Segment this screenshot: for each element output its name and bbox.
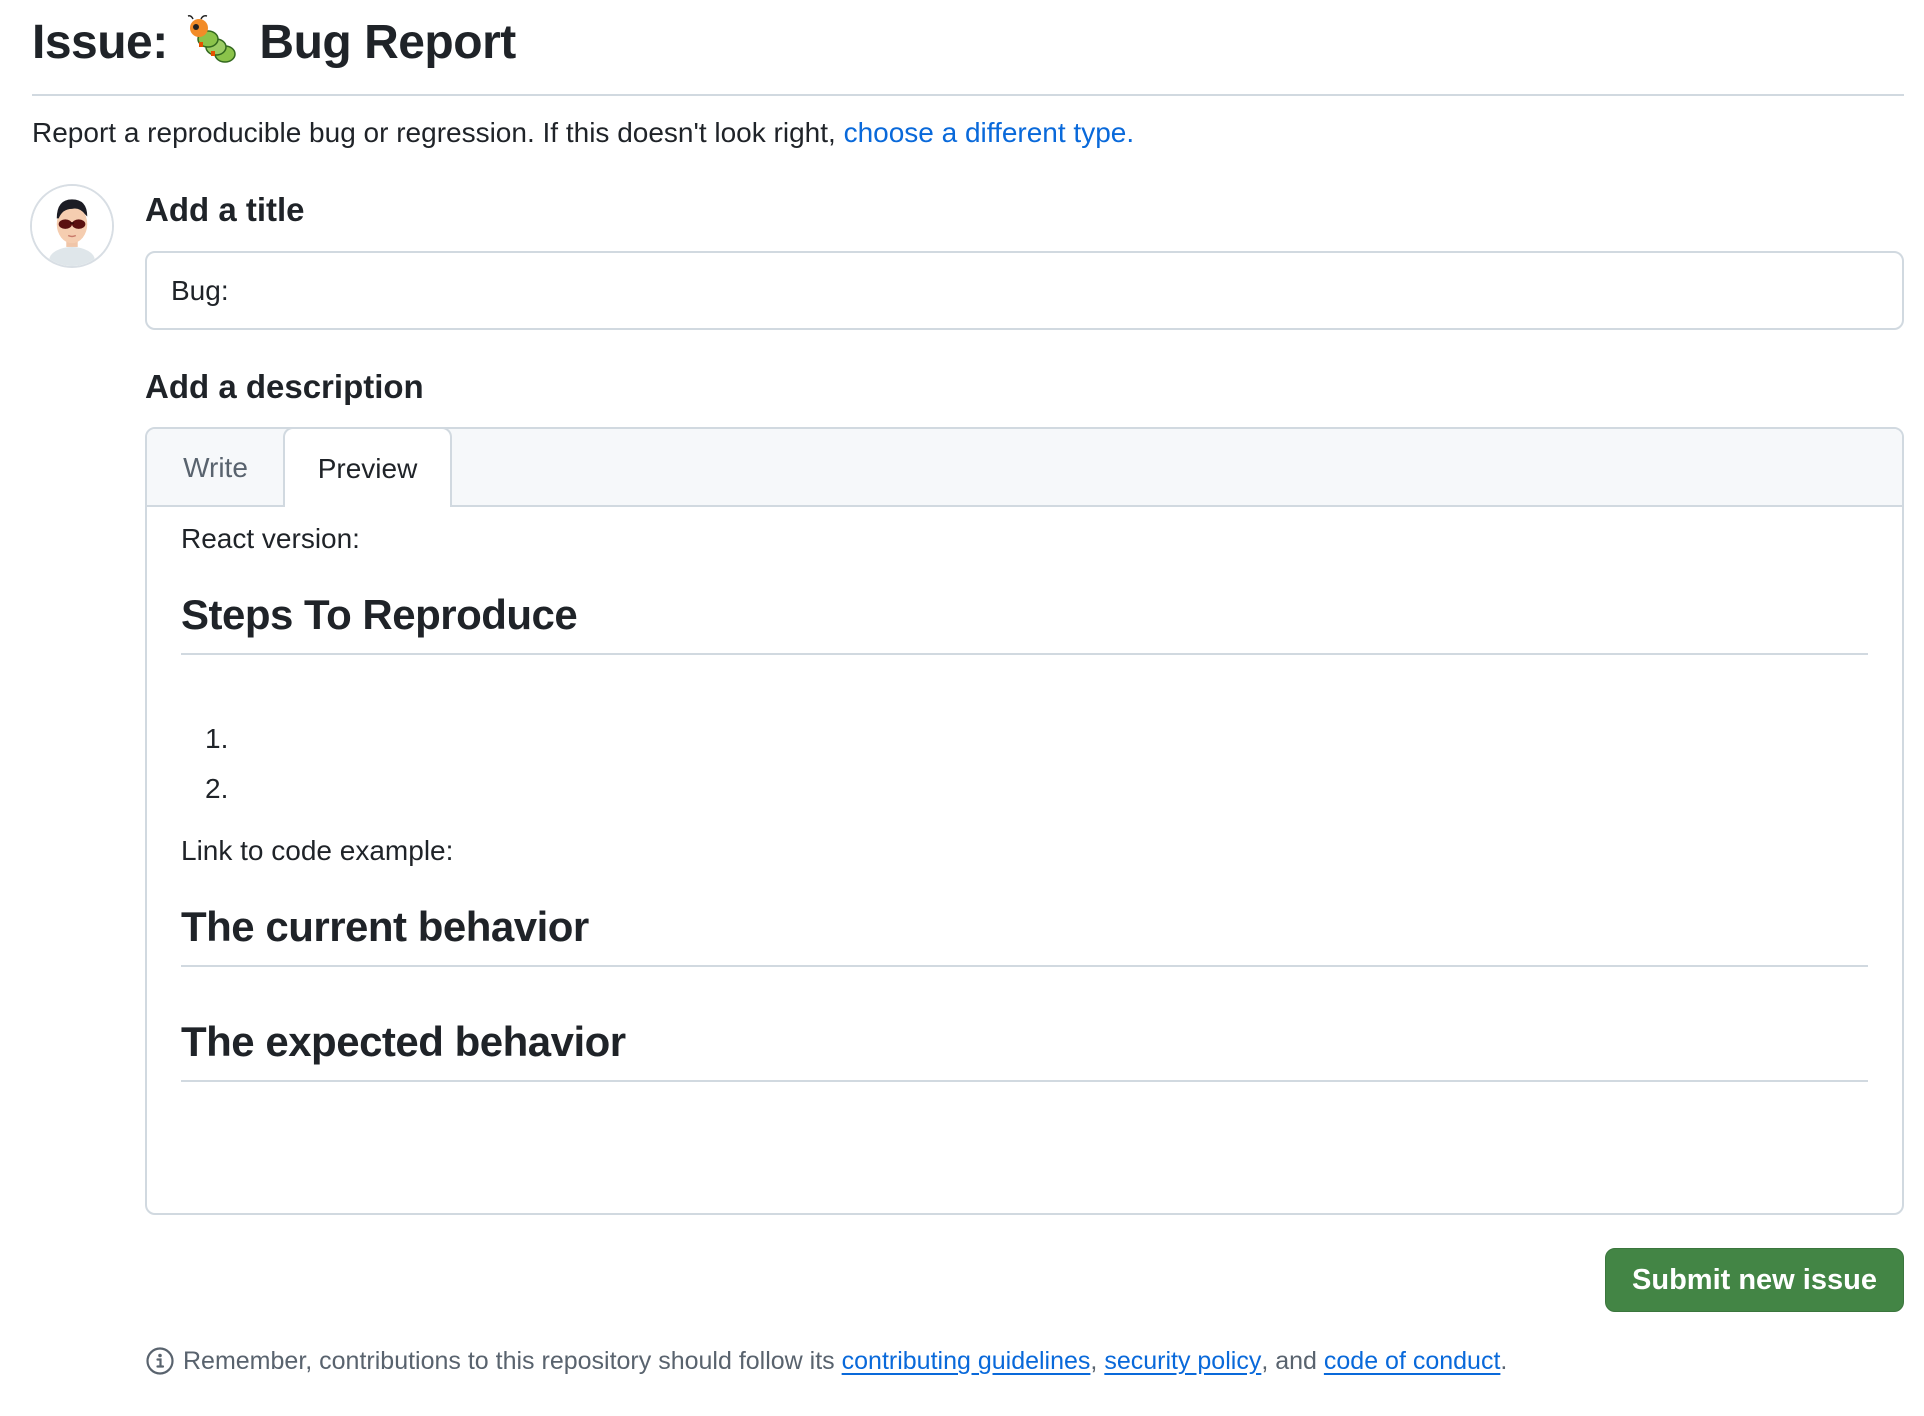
contribution-reminder: Remember, contributions to this reposito… — [145, 1344, 1507, 1378]
issue-title-input[interactable] — [145, 251, 1904, 330]
title-prefix: Issue: — [32, 16, 168, 69]
submit-new-issue-button[interactable]: Submit new issue — [1605, 1248, 1904, 1312]
caterpillar-bug-icon — [185, 14, 241, 66]
tab-write[interactable]: Write — [147, 429, 284, 507]
react-version-text: React version: — [181, 523, 360, 554]
description-editor: Write Preview React version: Steps To Re… — [145, 427, 1904, 1215]
footer-separator: , and — [1261, 1347, 1324, 1375]
choose-different-type-link[interactable]: choose a different type. — [844, 117, 1135, 148]
step-list-item: 2. — [205, 773, 229, 804]
step-list-item: 1. — [205, 723, 229, 754]
code-of-conduct-link[interactable]: code of conduct — [1324, 1344, 1501, 1378]
user-avatar[interactable] — [30, 184, 114, 268]
current-behavior-heading: The current behavior — [181, 901, 1868, 967]
issue-type-description: Report a reproducible bug or regression.… — [32, 115, 1134, 151]
footer-text: Remember, contributions to this reposito… — [183, 1347, 835, 1375]
contributing-guidelines-link[interactable]: contributing guidelines — [842, 1344, 1091, 1378]
add-description-label: Add a description — [145, 368, 424, 405]
title-divider — [32, 94, 1904, 96]
editor-tab-strip: Write Preview — [147, 429, 1902, 507]
avatar-image-icon — [32, 186, 112, 266]
subtitle-text: Report a reproducible bug or regression.… — [32, 117, 844, 148]
link-to-code-text: Link to code example: — [181, 835, 454, 866]
add-title-label: Add a title — [145, 191, 305, 228]
info-icon — [145, 1346, 175, 1376]
page-title: Issue: Bug Report — [32, 10, 516, 76]
footer-separator: , — [1090, 1347, 1098, 1375]
security-policy-link[interactable]: security policy — [1104, 1344, 1261, 1378]
footer-period: . — [1500, 1347, 1508, 1375]
title-text: Bug Report — [259, 16, 516, 69]
tab-preview[interactable]: Preview — [283, 429, 452, 507]
expected-behavior-heading: The expected behavior — [181, 1016, 1868, 1082]
steps-to-reproduce-heading: Steps To Reproduce — [181, 589, 1868, 655]
